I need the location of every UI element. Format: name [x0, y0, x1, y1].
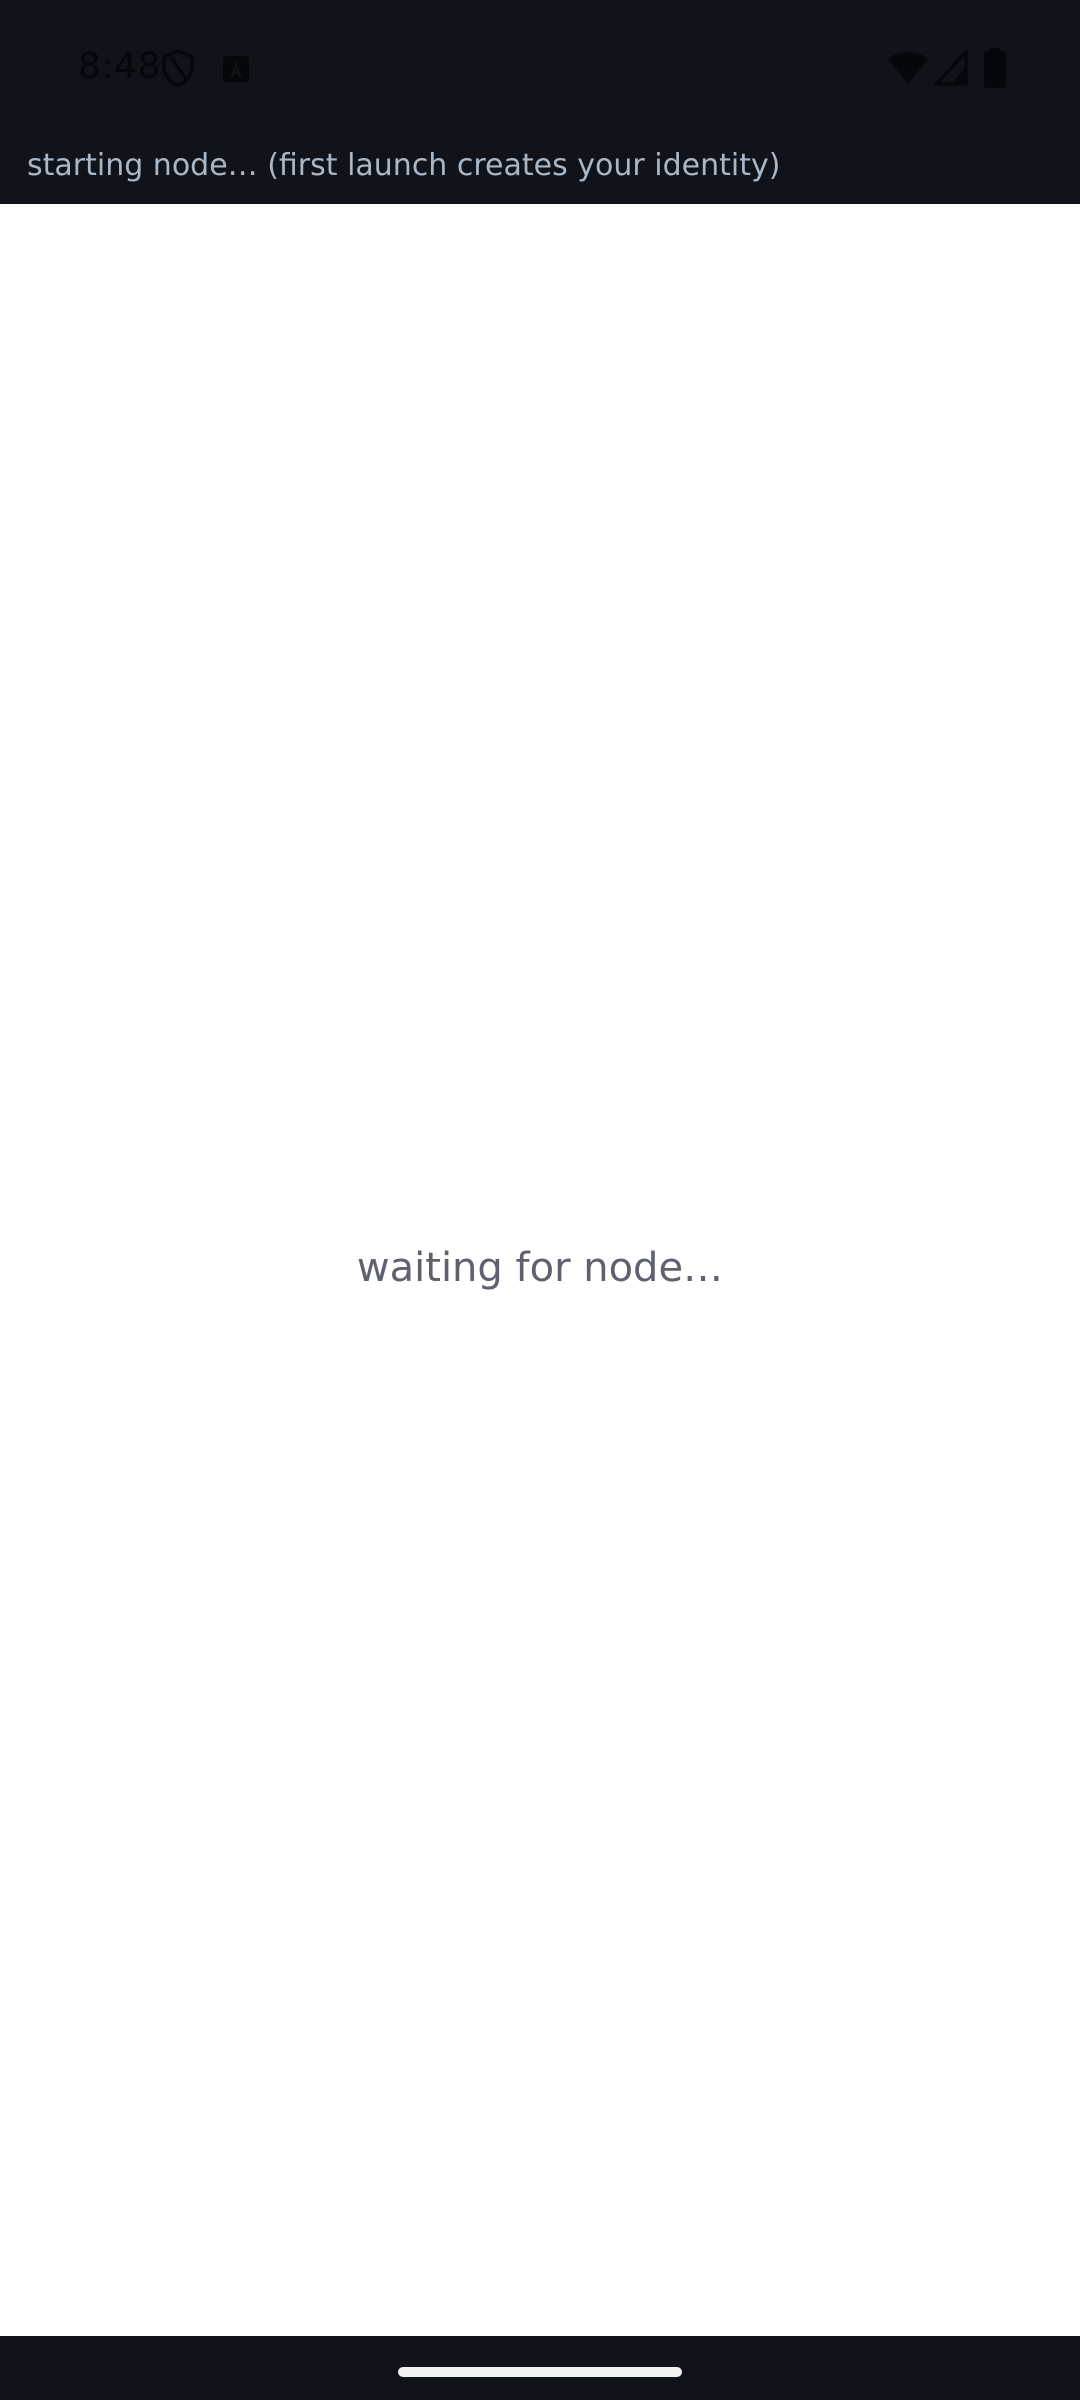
app-screen: 8:48 starting node… (first launch create… [0, 0, 1080, 2400]
waiting-message: waiting for node… [356, 1245, 724, 1291]
notification-a-icon [223, 56, 249, 82]
node-status-banner: starting node… (first launch creates you… [27, 148, 781, 183]
status-bar-clock: 8:48 [78, 46, 161, 87]
navigation-bar [0, 2336, 1080, 2400]
shield-icon [162, 49, 194, 87]
wifi-icon [888, 52, 928, 84]
gesture-handle[interactable] [398, 2367, 682, 2377]
top-header-area: 8:48 starting node… (first launch create… [0, 0, 1080, 204]
main-content: waiting for node… [0, 204, 1080, 2336]
battery-icon [984, 48, 1006, 88]
cellular-signal-icon [934, 50, 968, 86]
status-bar: 8:48 [0, 0, 1080, 136]
